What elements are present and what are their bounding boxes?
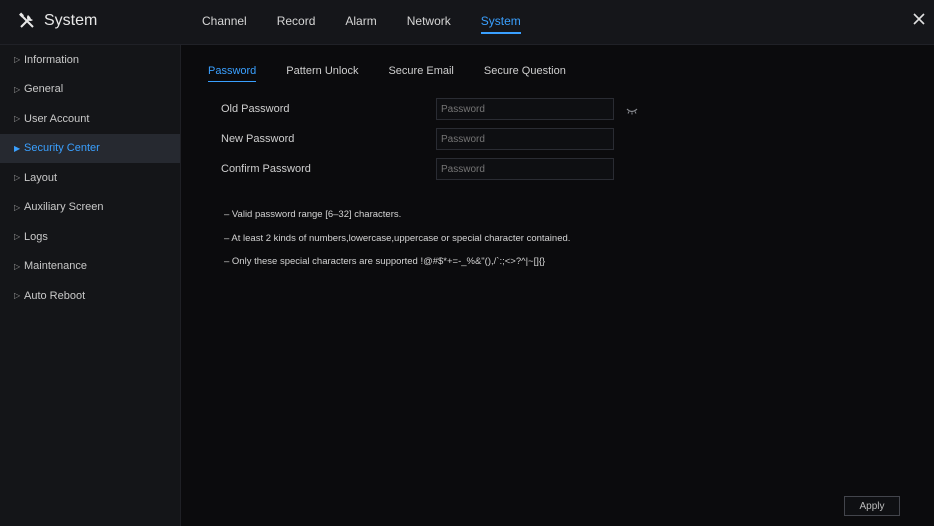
sidebar: ▷ Information ▷ General ▷ User Account ▶…: [0, 45, 181, 526]
sidebar-item-information[interactable]: ▷ Information: [0, 45, 180, 75]
triangle-right-icon: ▷: [14, 55, 21, 65]
sidebar-item-label: Auto Reboot: [24, 289, 86, 302]
triangle-right-icon: ▷: [14, 114, 21, 124]
tools-icon: [19, 12, 34, 28]
apply-button[interactable]: Apply: [844, 496, 900, 516]
tab-network[interactable]: Network: [407, 14, 451, 28]
tab-record[interactable]: Record: [277, 14, 316, 28]
old-password-label: Old Password: [221, 103, 290, 115]
sidebar-item-label: General: [24, 83, 64, 96]
new-password-input[interactable]: [436, 128, 614, 150]
new-password-label: New Password: [221, 133, 295, 145]
app-logo: System: [18, 12, 97, 30]
sidebar-item-security-center[interactable]: ▶ Security Center: [0, 133, 180, 163]
old-password-row: Old Password: [221, 98, 614, 120]
confirm-password-row: Confirm Password: [221, 158, 614, 180]
triangle-right-icon: ▷: [14, 291, 21, 301]
sub-tabs: Password Pattern Unlock Secure Email Sec…: [208, 65, 596, 82]
rule-length: – Valid password range [6–32] characters…: [224, 209, 402, 220]
sidebar-item-label: Information: [24, 53, 80, 66]
top-bar: System Channel Record Alarm Network Syst…: [0, 0, 934, 45]
new-password-row: New Password: [221, 128, 614, 150]
sidebar-item-general[interactable]: ▷ General: [0, 75, 180, 105]
sidebar-item-layout[interactable]: ▷ Layout: [0, 163, 180, 193]
confirm-password-input[interactable]: [436, 158, 614, 180]
triangle-right-icon: ▷: [14, 261, 21, 271]
sidebar-item-label: Security Center: [24, 142, 100, 155]
close-icon[interactable]: [910, 10, 928, 28]
old-password-input[interactable]: [436, 98, 614, 120]
tab-channel[interactable]: Channel: [202, 14, 247, 28]
sidebar-item-label: User Account: [24, 112, 90, 125]
sidebar-item-label: Layout: [24, 171, 58, 184]
sidebar-item-maintenance[interactable]: ▷ Maintenance: [0, 252, 180, 282]
tab-alarm[interactable]: Alarm: [345, 14, 376, 28]
sidebar-item-label: Logs: [24, 230, 48, 243]
password-rules: – Valid password range [6–32] characters…: [224, 208, 570, 279]
sidebar-item-label: Auxiliary Screen: [24, 201, 104, 214]
sidebar-item-logs[interactable]: ▷ Logs: [0, 222, 180, 252]
sidebar-item-auto-reboot[interactable]: ▷ Auto Reboot: [0, 281, 180, 311]
triangle-right-icon: ▷: [14, 202, 21, 212]
subtab-password[interactable]: Password: [208, 65, 257, 82]
triangle-right-icon: ▶: [14, 143, 21, 153]
tab-system[interactable]: System: [480, 14, 521, 34]
rule-special-chars: – Only these special characters are supp…: [224, 256, 546, 267]
confirm-password-label: Confirm Password: [221, 163, 311, 175]
sidebar-item-auxiliary-screen[interactable]: ▷ Auxiliary Screen: [0, 193, 180, 223]
main-panel: Password Pattern Unlock Secure Email Sec…: [181, 45, 934, 526]
rule-complexity: – At least 2 kinds of numbers,lowercase,…: [224, 232, 571, 244]
triangle-right-icon: ▷: [14, 84, 21, 94]
top-nav: Channel Record Alarm Network System: [202, 14, 551, 34]
triangle-right-icon: ▷: [14, 232, 21, 242]
subtab-pattern-unlock[interactable]: Pattern Unlock: [286, 65, 358, 77]
eye-closed-icon[interactable]: [626, 107, 638, 115]
sidebar-item-user-account[interactable]: ▷ User Account: [0, 104, 180, 134]
subtab-secure-question[interactable]: Secure Question: [484, 65, 566, 77]
sidebar-item-label: Maintenance: [24, 260, 87, 273]
triangle-right-icon: ▷: [14, 173, 21, 183]
app-title: System: [44, 12, 98, 29]
subtab-secure-email[interactable]: Secure Email: [388, 65, 453, 77]
